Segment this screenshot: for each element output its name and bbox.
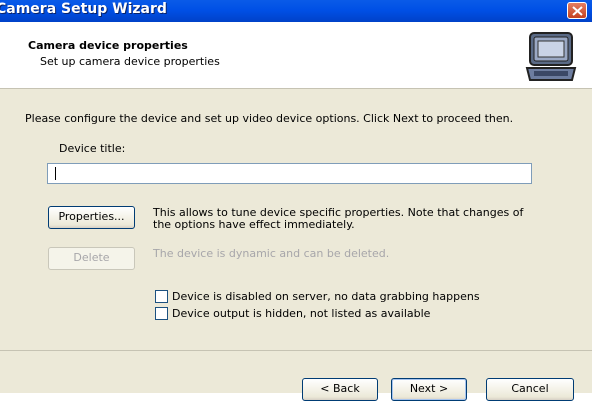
delete-description: The device is dynamic and can be deleted… [153,247,390,260]
back-button[interactable]: < Back [302,378,378,401]
device-title-input[interactable] [47,163,532,184]
close-icon [572,6,583,16]
intro-text: Please configure the device and set up v… [25,112,514,125]
cancel-button[interactable]: Cancel [486,378,574,401]
hidden-checkbox[interactable] [155,306,168,320]
close-button[interactable] [567,2,587,19]
window-title: Camera Setup Wizard [0,1,167,17]
disabled-checkbox-row[interactable]: Device is disabled on server, no data gr… [155,289,480,303]
device-title-label: Device title: [59,142,126,155]
delete-button[interactable]: Delete [48,247,135,270]
header-title: Camera device properties [28,39,188,52]
wizard-header: Camera device properties Set up camera d… [0,22,592,89]
wizard-content: Please configure the device and set up v… [0,89,592,350]
disabled-checkbox[interactable] [155,289,168,303]
title-bar: Camera Setup Wizard [0,0,592,22]
properties-button[interactable]: Properties... [48,206,135,229]
wizard-footer: < Back Next > Cancel [0,350,592,401]
hidden-checkbox-label: Device output is hidden, not listed as a… [172,306,431,320]
next-button[interactable]: Next > [391,378,467,401]
text-caret [55,167,56,180]
properties-description: This allows to tune device specific prop… [153,206,524,231]
header-subtitle: Set up camera device properties [40,55,220,68]
camera-case-icon [525,32,577,81]
hidden-checkbox-row[interactable]: Device output is hidden, not listed as a… [155,306,430,320]
disabled-checkbox-label: Device is disabled on server, no data gr… [172,289,480,303]
